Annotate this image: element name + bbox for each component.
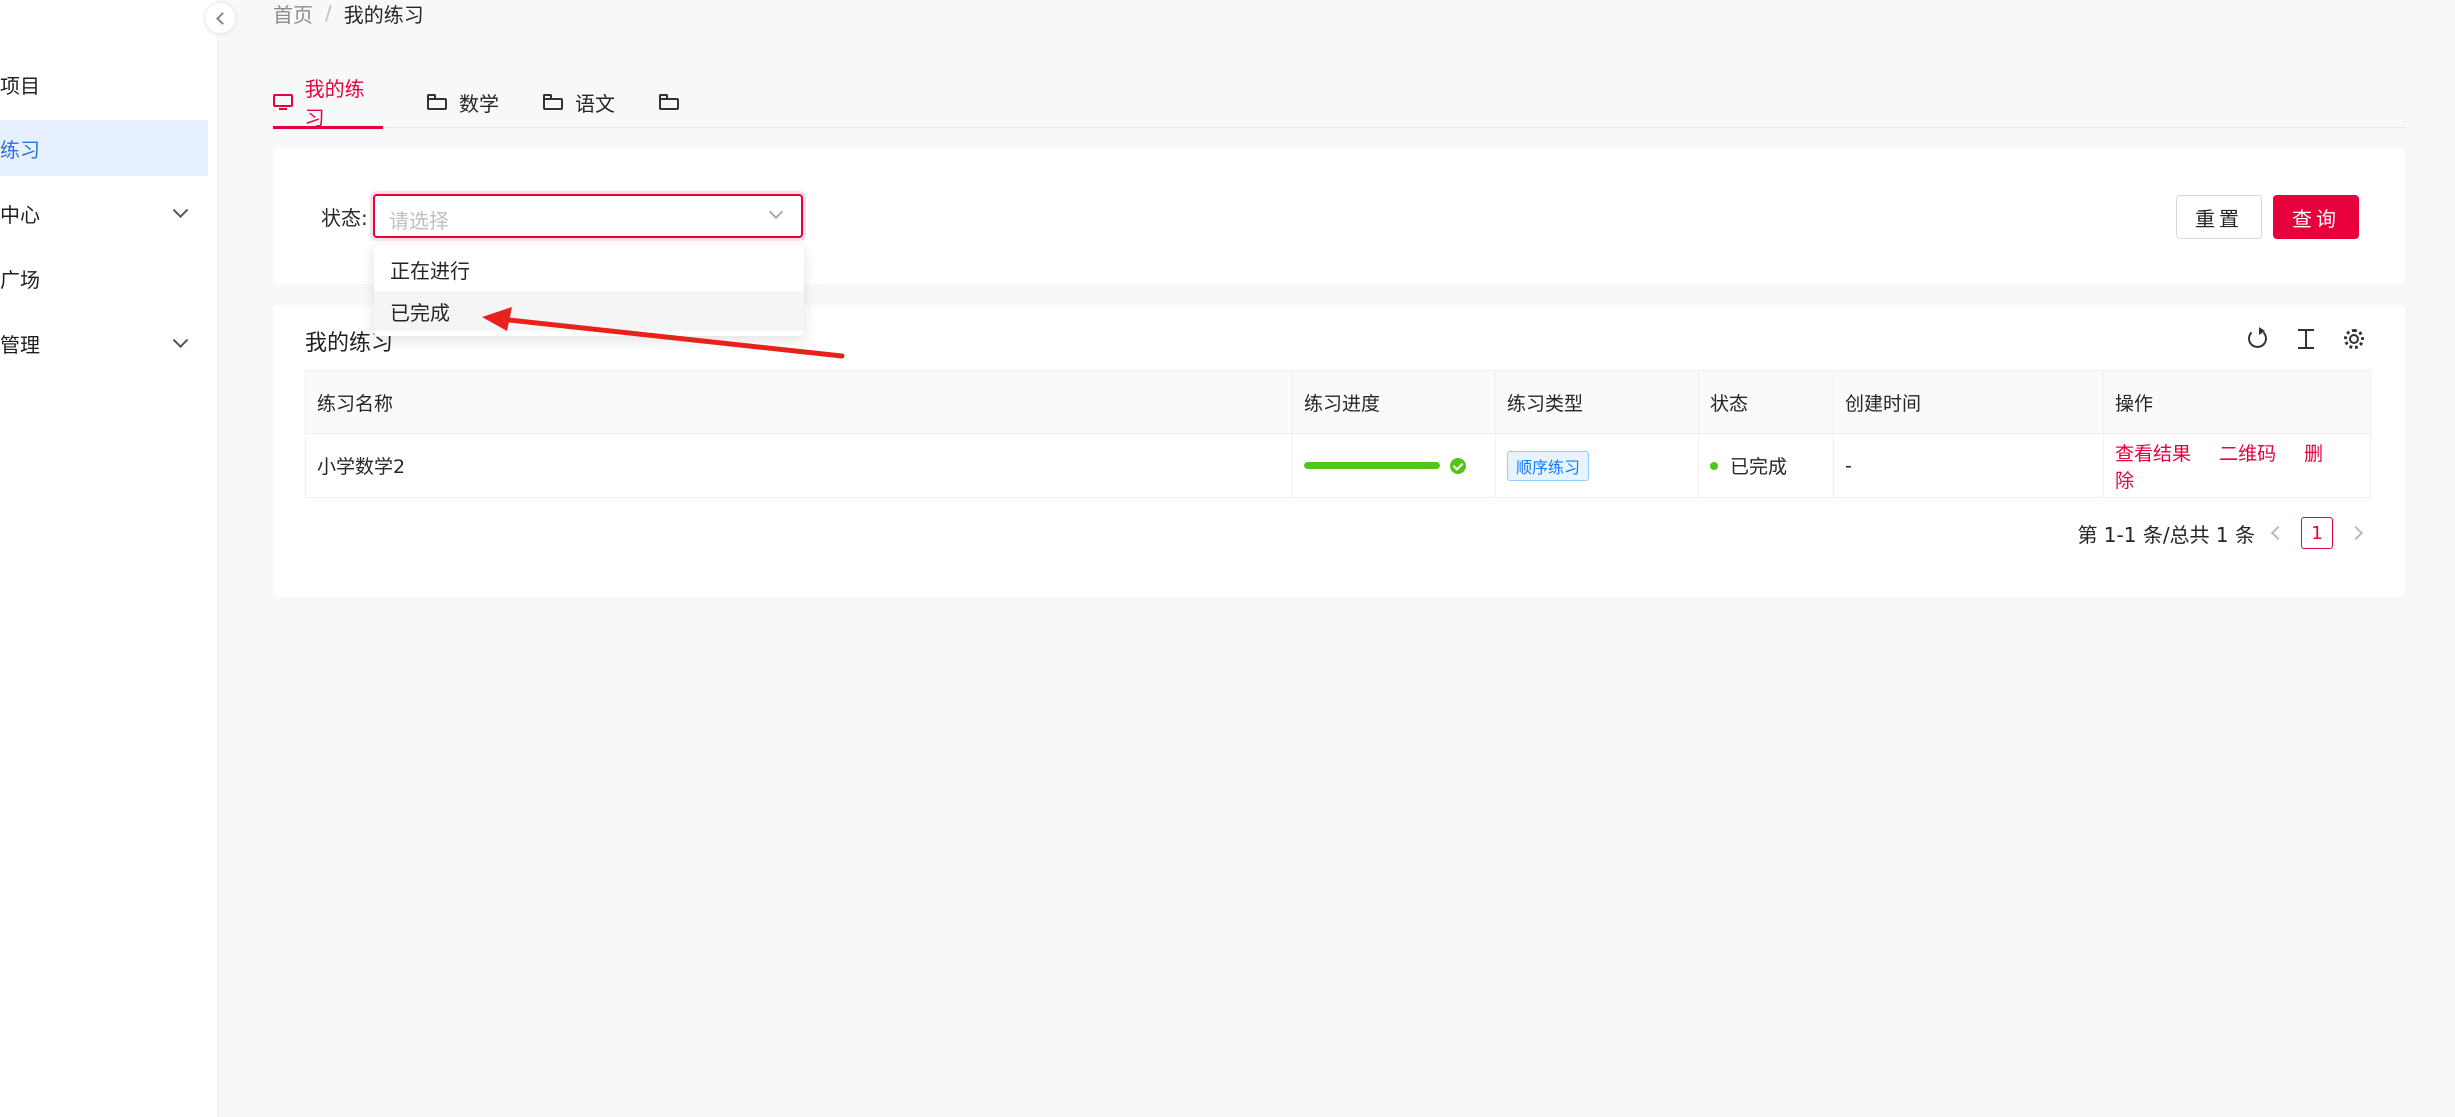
status-select-placeholder: 请选择 bbox=[389, 209, 449, 233]
table-row: 小学数学2 顺序练习 已完成 - 查看结果 二维码 删除 bbox=[305, 433, 2371, 498]
practice-name: 小学数学2 bbox=[305, 433, 1293, 498]
row-height-icon[interactable] bbox=[2294, 327, 2318, 351]
column-header: 创建时间 bbox=[1833, 370, 2104, 434]
sidebar-item-label: 管理 bbox=[0, 332, 40, 357]
breadcrumb-separator: / bbox=[325, 1, 332, 25]
practice-table: 练习名称 练习进度 练习类型 状态 创建时间 操作 小学数学2 顺序练习 已完成… bbox=[305, 370, 2371, 498]
tab-my-practice[interactable]: 我的练习 bbox=[273, 76, 383, 130]
breadcrumb: 首页 / 我的练习 bbox=[273, 0, 424, 28]
reset-button[interactable]: 重置 bbox=[2176, 195, 2262, 239]
qrcode-link[interactable]: 二维码 bbox=[2219, 443, 2276, 465]
query-button[interactable]: 查询 bbox=[2273, 195, 2359, 239]
monitor-icon bbox=[273, 94, 293, 110]
status-select[interactable]: 请选择 bbox=[373, 194, 803, 238]
pagination: 第 1-1 条/总共 1 条 1 bbox=[2077, 517, 2364, 549]
sidebar-item-square[interactable]: 广场 bbox=[0, 250, 208, 306]
folder-icon bbox=[659, 94, 679, 110]
sidebar-item-label: 中心 bbox=[0, 202, 40, 227]
progress-fill bbox=[1304, 462, 1440, 469]
folder-icon bbox=[543, 94, 563, 110]
sidebar-item-center[interactable]: 中心 bbox=[0, 185, 208, 241]
chevron-left-icon[interactable] bbox=[2270, 525, 2286, 541]
type-tag: 顺序练习 bbox=[1507, 450, 1590, 481]
chevron-down-icon bbox=[172, 332, 189, 349]
column-header: 练习进度 bbox=[1292, 370, 1496, 434]
practice-type: 顺序练习 bbox=[1495, 433, 1699, 498]
tab-bar: 我的练习 数学 语文 bbox=[273, 76, 2405, 130]
status-dropdown: 正在进行 已完成 bbox=[374, 245, 804, 336]
sidebar-item-manage[interactable]: 管理 bbox=[0, 315, 208, 371]
status-badge: 已完成 bbox=[1730, 456, 1788, 478]
folder-icon bbox=[427, 94, 447, 110]
tab-math[interactable]: 数学 bbox=[427, 76, 499, 128]
gear-icon[interactable] bbox=[2342, 327, 2366, 351]
check-circle-icon bbox=[1450, 457, 1466, 474]
breadcrumb-home[interactable]: 首页 bbox=[273, 0, 313, 28]
row-actions: 查看结果 二维码 删除 bbox=[2103, 433, 2371, 498]
sidebar-item-practice[interactable]: 练习 bbox=[0, 120, 208, 176]
column-header: 练习类型 bbox=[1495, 370, 1699, 434]
tab-chinese[interactable]: 语文 bbox=[543, 76, 615, 128]
table-header-row: 练习名称 练习进度 练习类型 状态 创建时间 操作 bbox=[305, 370, 2371, 434]
sidebar: 项目 练习 中心 广场 管理 bbox=[0, 0, 218, 1117]
view-result-link[interactable]: 查看结果 bbox=[2115, 443, 2191, 465]
tab-label: 语文 bbox=[575, 91, 615, 116]
sidebar-item-project[interactable]: 项目 bbox=[0, 56, 208, 112]
column-header: 练习名称 bbox=[305, 370, 1293, 434]
status-dot bbox=[1710, 461, 1718, 470]
practice-table-card: 我的练习 练习名称 练习进度 练习类型 状态 创建时间 操作 小学数学2 顺序练… bbox=[273, 305, 2405, 597]
sidebar-item-label: 项目 bbox=[0, 73, 40, 98]
tab-folder[interactable] bbox=[659, 76, 691, 128]
tab-label: 我的练习 bbox=[304, 77, 365, 130]
practice-progress bbox=[1292, 433, 1496, 498]
tab-label: 数学 bbox=[459, 91, 499, 116]
chevron-down-icon bbox=[172, 202, 189, 219]
refresh-icon[interactable] bbox=[2246, 327, 2270, 351]
sidebar-item-label: 练习 bbox=[0, 137, 40, 162]
dropdown-option-completed[interactable]: 已完成 bbox=[374, 291, 804, 331]
dropdown-option-in-progress[interactable]: 正在进行 bbox=[374, 249, 804, 289]
column-header: 操作 bbox=[2103, 370, 2371, 434]
sidebar-collapse-button[interactable] bbox=[204, 2, 236, 34]
practice-status: 已完成 bbox=[1698, 433, 1834, 498]
status-filter-label: 状态: bbox=[321, 206, 368, 230]
pagination-summary: 第 1-1 条/总共 1 条 bbox=[2077, 522, 2255, 547]
progress-bar bbox=[1304, 462, 1440, 469]
chevron-left-icon bbox=[215, 11, 229, 25]
created-time: - bbox=[1833, 433, 2104, 498]
sidebar-item-label: 广场 bbox=[0, 267, 40, 292]
page-number-current[interactable]: 1 bbox=[2301, 517, 2333, 549]
column-header: 状态 bbox=[1698, 370, 1834, 434]
chevron-down-icon bbox=[768, 204, 784, 220]
chevron-right-icon[interactable] bbox=[2348, 525, 2364, 541]
breadcrumb-current: 我的练习 bbox=[343, 2, 424, 27]
